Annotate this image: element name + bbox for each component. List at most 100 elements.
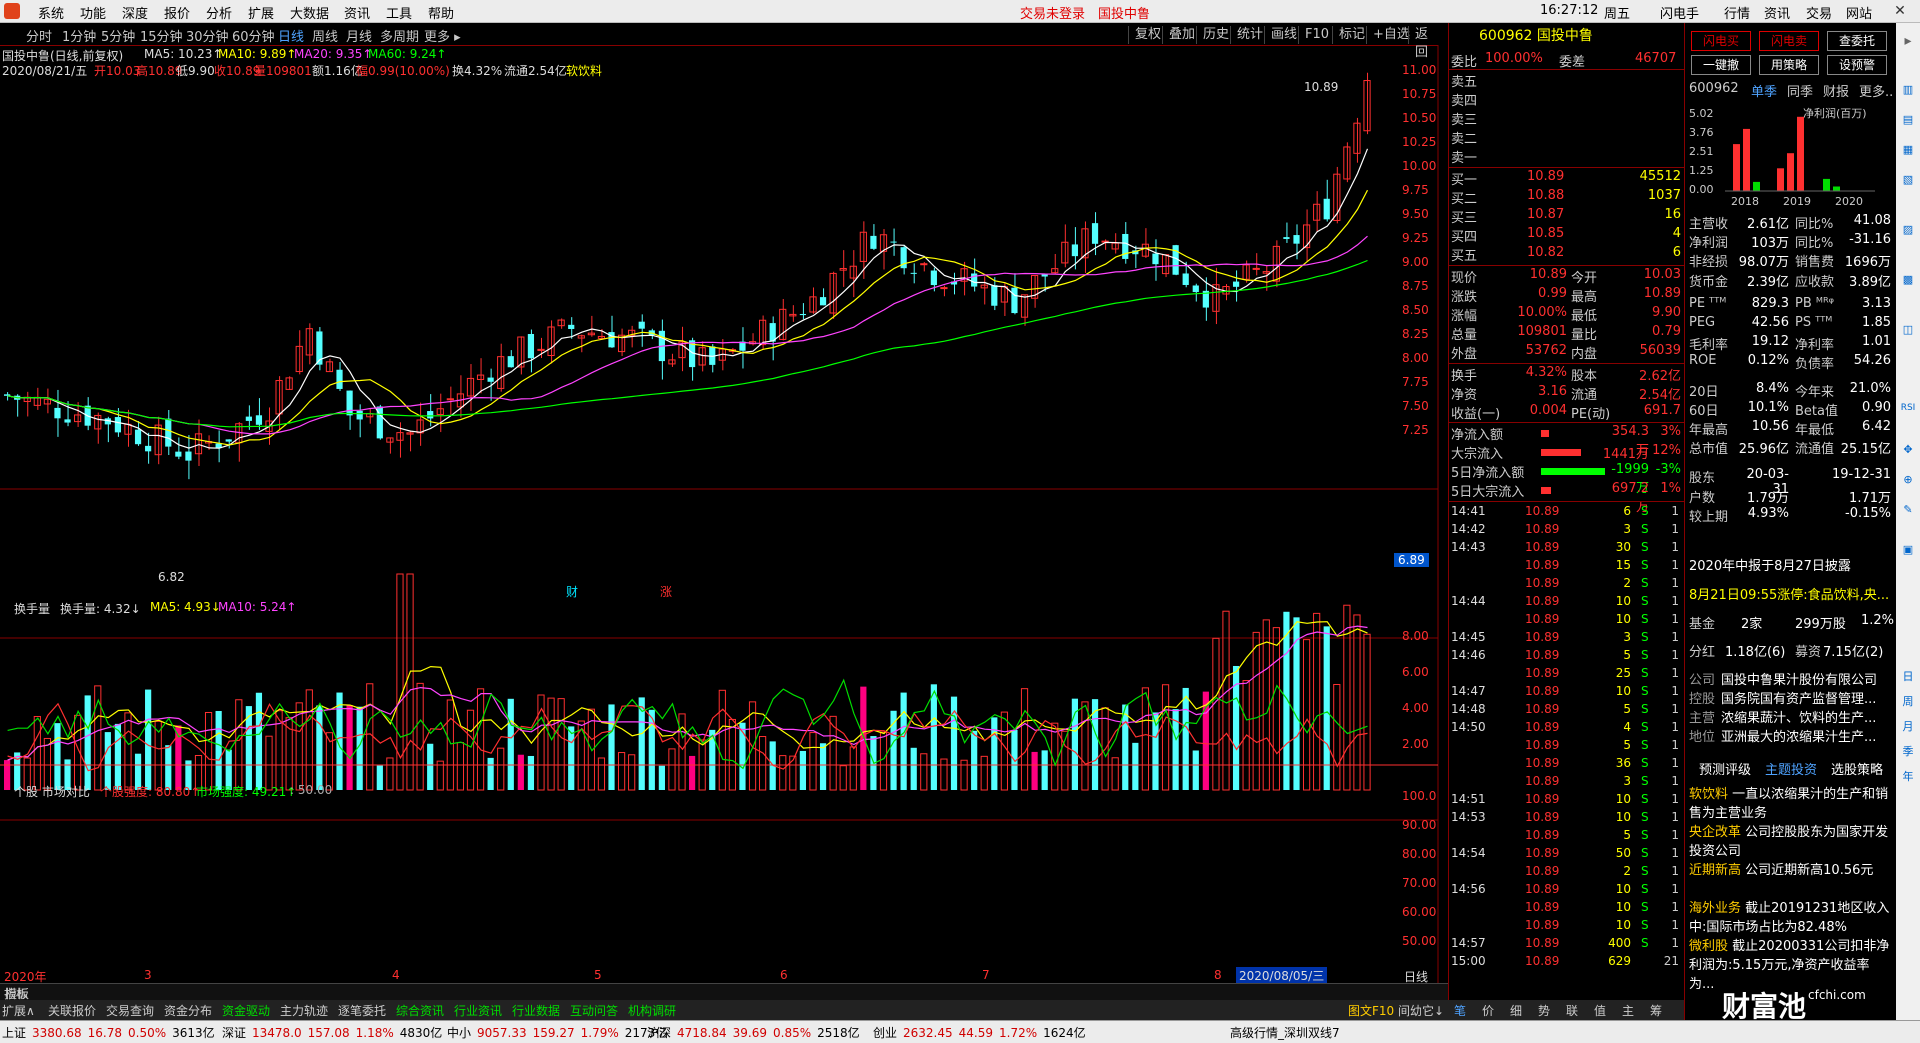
arrow-icon[interactable]: ▸ — [1900, 33, 1916, 49]
finance-marker[interactable]: 财 — [566, 583, 578, 600]
action-button-3[interactable]: 一键撤 — [1691, 55, 1751, 75]
action-button-4[interactable]: 用策略 — [1759, 55, 1819, 75]
extension-tab[interactable]: 关联报价 — [48, 1002, 96, 1019]
chart-tool-icon[interactable]: ▦ — [1900, 143, 1916, 156]
f10-graphic-tab[interactable]: 图文F10 — [1348, 1002, 1394, 1019]
extension-tab[interactable]: 逐笔委托 — [338, 1002, 386, 1019]
chart-tool-icon[interactable]: ▩ — [1900, 273, 1916, 286]
menu-flash[interactable]: 闪电手 — [1660, 3, 1699, 22]
kline-chart[interactable] — [0, 45, 1448, 983]
stock-name-link[interactable]: 国投中鲁 — [1098, 3, 1150, 22]
menu-function[interactable]: 功能 — [80, 3, 106, 22]
action-button-1[interactable]: 闪电卖 — [1759, 31, 1819, 51]
btn-f10[interactable]: F10 — [1298, 26, 1335, 44]
theme-tag[interactable]: 央企改革 — [1689, 825, 1741, 840]
chart-tool-icon[interactable]: ▨ — [1900, 223, 1916, 236]
period-1m[interactable]: 1分钟 — [62, 26, 96, 45]
period-weekly[interactable]: 周线 — [312, 26, 338, 45]
period-60m[interactable]: 60分钟 — [232, 26, 275, 45]
f10-tab[interactable]: 同季 — [1787, 81, 1813, 100]
draw-icon[interactable]: ✎ — [1900, 503, 1916, 516]
extension-tab[interactable]: 行业资讯 — [454, 1002, 502, 1019]
extension-tab[interactable]: 交易查询 — [106, 1002, 154, 1019]
menu-analysis[interactable]: 分析 — [206, 3, 232, 22]
period-quarter-btn[interactable]: 季 — [1900, 743, 1916, 759]
period-more[interactable]: 更多 ▸ — [424, 26, 461, 45]
theme-tag[interactable]: 近期新高 — [1689, 863, 1741, 878]
index-quote[interactable]: 深证 13478.0 157.08 1.18% 4830亿 — [222, 1024, 448, 1041]
extension-tab[interactable]: 互动问答 — [570, 1002, 618, 1019]
notice-line[interactable]: 2020年中报于8月27日披露 — [1689, 555, 1851, 574]
action-button-5[interactable]: 设预警 — [1827, 55, 1887, 75]
f10-tab[interactable]: 财报 — [1823, 81, 1849, 100]
extension-tab[interactable]: 扩展∧ — [2, 1002, 35, 1019]
quote-tab[interactable]: 值 — [1594, 1002, 1606, 1019]
news-line[interactable]: 8月21日09:55涨停:食品饮料,央... — [1689, 584, 1893, 603]
extension-tab[interactable]: 综合资讯 — [396, 1002, 444, 1019]
extension-tab[interactable]: 主力轨迹 — [280, 1002, 328, 1019]
theme-tag[interactable]: 软饮料 — [1689, 787, 1728, 802]
f10-tab[interactable]: 单季 — [1751, 81, 1777, 100]
rsi-button[interactable]: RSI — [1900, 403, 1916, 413]
sector-tag[interactable]: 软饮料 — [566, 62, 602, 79]
theme-tag[interactable]: 微利股 — [1689, 939, 1728, 954]
action-button-0[interactable]: 闪电买 — [1691, 31, 1751, 51]
close-icon[interactable]: ✕ — [1880, 0, 1920, 22]
limit-up-marker[interactable]: 涨 — [660, 583, 672, 600]
quote-tab[interactable]: 联 — [1566, 1002, 1578, 1019]
menu-extend[interactable]: 扩展 — [248, 3, 274, 22]
period-15m[interactable]: 15分钟 — [140, 26, 183, 45]
f10-link[interactable]: 选股策略 — [1831, 759, 1883, 778]
menu-help[interactable]: 帮助 — [428, 3, 454, 22]
extension-tab[interactable]: 行业数据 — [512, 1002, 560, 1019]
chart-tool-icon[interactable]: ▣ — [1900, 543, 1916, 556]
theme-tag[interactable]: 海外业务 — [1689, 901, 1741, 916]
period-30m[interactable]: 30分钟 — [186, 26, 229, 45]
menu-depth[interactable]: 深度 — [122, 3, 148, 22]
menu-trade[interactable]: 交易 — [1806, 3, 1832, 22]
period-tick[interactable]: 分时 — [26, 26, 52, 45]
extension-tab[interactable]: 资金分布 — [164, 1002, 212, 1019]
move-icon[interactable]: ✥ — [1900, 443, 1916, 456]
chart-tool-icon[interactable]: ◫ — [1900, 323, 1916, 336]
menu-system[interactable]: 系统 — [38, 3, 64, 22]
period-year-btn[interactable]: 年 — [1900, 768, 1916, 784]
period-monthly[interactable]: 月线 — [346, 26, 372, 45]
quote-tab[interactable]: 笔 — [1454, 1002, 1466, 1019]
quote-tab[interactable]: 势 — [1538, 1002, 1550, 1019]
extension-tab[interactable]: 机构调研 — [628, 1002, 676, 1019]
period-week-btn[interactable]: 周 — [1900, 693, 1916, 709]
menu-market[interactable]: 行情 — [1724, 3, 1750, 22]
menu-quote[interactable]: 报价 — [164, 3, 190, 22]
index-quote[interactable]: 上证 3380.68 16.78 0.50% 3613亿 — [2, 1024, 221, 1041]
extra-tab[interactable]: 间幼它↓ — [1398, 1002, 1444, 1019]
action-button-2[interactable]: 查委托 — [1827, 31, 1887, 51]
period-month-btn[interactable]: 月 — [1900, 718, 1916, 734]
quote-tab[interactable]: 价 — [1482, 1002, 1494, 1019]
chart-tool-icon[interactable]: ▤ — [1900, 113, 1916, 126]
period-daily[interactable]: 日线 — [278, 26, 304, 45]
index-quote[interactable]: 中小 9057.33 159.27 1.79% 2173亿 — [447, 1024, 673, 1041]
btn-back[interactable]: 返回 — [1408, 26, 1438, 60]
period-multi[interactable]: 多周期 — [380, 26, 419, 45]
zoom-icon[interactable]: ⊕ — [1900, 473, 1916, 486]
period-day-btn[interactable]: 日 — [1900, 668, 1916, 684]
period-5m[interactable]: 5分钟 — [101, 26, 135, 45]
index-quote[interactable]: 沪深 4718.84 39.69 0.85% 2518亿 — [647, 1024, 866, 1041]
menu-info[interactable]: 资讯 — [1764, 3, 1790, 22]
quote-tab[interactable]: 筹 — [1650, 1002, 1662, 1019]
f10-link[interactable]: 主题投资 — [1765, 759, 1817, 778]
index-quote[interactable]: 创业 2632.45 44.59 1.72% 1624亿 — [873, 1024, 1092, 1041]
menu-news[interactable]: 资讯 — [344, 3, 370, 22]
menu-tools[interactable]: 工具 — [386, 3, 412, 22]
quote-tab[interactable]: 细 — [1510, 1002, 1522, 1019]
trade-login-link[interactable]: 交易未登录 — [1020, 3, 1085, 22]
chart-tool-icon[interactable]: ▧ — [1900, 173, 1916, 186]
menu-site[interactable]: 网站 — [1846, 3, 1872, 22]
extension-tab[interactable]: 资金驱动 — [222, 1002, 270, 1019]
f10-tab[interactable]: 更多.. — [1859, 81, 1893, 100]
quote-tab[interactable]: 主 — [1622, 1002, 1634, 1019]
chart-tool-icon[interactable]: ▥ — [1900, 83, 1916, 96]
menu-bigdata[interactable]: 大数据 — [290, 3, 329, 22]
f10-link[interactable]: 预测评级 — [1699, 759, 1751, 778]
